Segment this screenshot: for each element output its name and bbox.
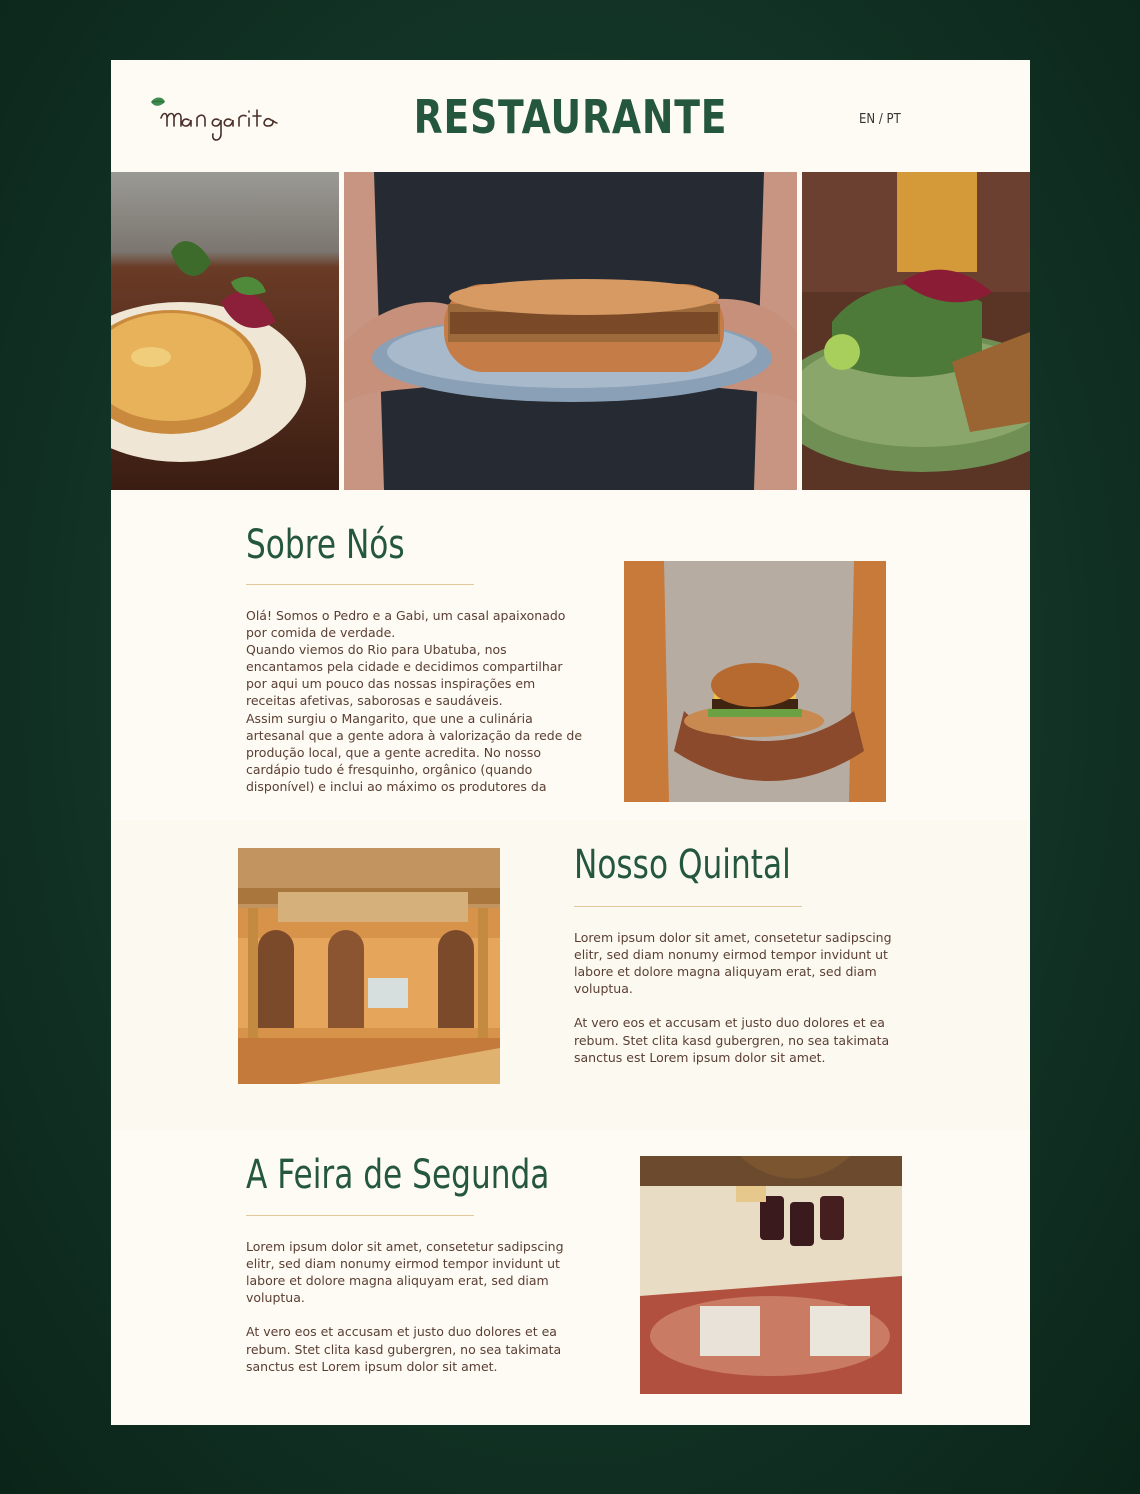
salad-plate-photo: [802, 172, 1030, 490]
section-title-feira-de-segunda: A Feira de Segunda: [246, 1152, 550, 1198]
sandwich-photo: [344, 172, 797, 490]
section-title-nosso-quintal: Nosso Quintal: [574, 842, 791, 888]
language-switcher: EN / PT: [859, 112, 901, 127]
section-body-sobre-nos: Olá! Somos o Pedro e a Gabi, um casal ap…: [246, 608, 583, 794]
hero-gallery: [111, 172, 1030, 490]
courtyard-photo: [238, 848, 500, 1084]
page-title: RESTAURANTE: [413, 90, 728, 144]
section-divider: [246, 1215, 474, 1216]
lang-pt-link[interactable]: PT: [887, 112, 901, 127]
section-divider: [246, 584, 474, 585]
burger-photo: [624, 561, 886, 802]
page: RESTAURANTE EN / PT Sobre Nós Olá! Somos…: [111, 60, 1030, 1425]
section-divider: [574, 906, 802, 907]
site-header: RESTAURANTE EN / PT: [111, 60, 1030, 170]
lang-separator: /: [878, 112, 883, 127]
lang-en-link[interactable]: EN: [859, 112, 875, 127]
quiche-photo: [111, 172, 339, 490]
section-title-sobre-nos: Sobre Nós: [246, 522, 405, 568]
market-photo: [640, 1156, 902, 1394]
section-body-nosso-quintal: Lorem ipsum dolor sit amet, consetetur s…: [574, 930, 892, 1065]
section-body-feira-de-segunda: Lorem ipsum dolor sit amet, consetetur s…: [246, 1239, 564, 1374]
